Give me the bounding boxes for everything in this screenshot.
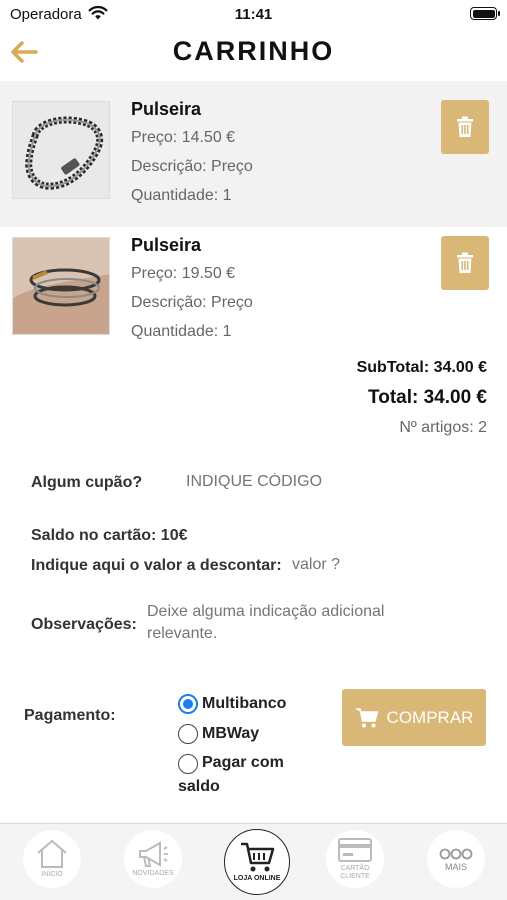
item-name: Pulseira: [131, 99, 202, 119]
cart-icon: [355, 707, 378, 727]
item-quantity: Quantidade: 1: [131, 187, 232, 204]
tab-bar: INÍCIO NOVIDADES LOJA ONLINE CARTÃO CLIE…: [0, 823, 507, 900]
trash-icon: [457, 116, 473, 137]
tab-news[interactable]: NOVIDADES: [124, 830, 182, 888]
discount-input[interactable]: [292, 554, 412, 576]
payment-option-label: MBWay: [202, 725, 260, 742]
item-quantity: Quantidade: 1: [131, 323, 232, 340]
page-title: CARRINHO: [172, 36, 335, 66]
payment-option-multibanco[interactable]: Multibanco: [178, 694, 286, 714]
product-image: [12, 101, 110, 199]
item-count: Nº artigos: 2: [399, 419, 487, 436]
delete-item-button[interactable]: [441, 100, 489, 154]
megaphone-icon: [139, 841, 168, 867]
item-name: Pulseira: [131, 235, 202, 255]
radio-selected-icon[interactable]: [178, 694, 198, 714]
trash-icon: [457, 252, 473, 273]
more-icon: [439, 848, 473, 860]
cart-icon: [241, 842, 275, 872]
status-bar: Operadora 11:41: [0, 0, 507, 28]
buy-button[interactable]: COMPRAR: [342, 689, 486, 746]
battery-icon: [470, 7, 500, 20]
notes-label: Observações:: [31, 616, 137, 633]
tab-online-store[interactable]: LOJA ONLINE: [224, 829, 290, 895]
notes-input[interactable]: [147, 601, 427, 649]
tab-home[interactable]: INÍCIO: [23, 830, 81, 888]
tab-label: INÍCIO: [41, 871, 63, 878]
card-icon: [338, 838, 372, 862]
clock: 11:41: [234, 6, 273, 23]
buy-button-label: COMPRAR: [386, 707, 474, 727]
coupon-label: Algum cupão?: [31, 474, 143, 491]
tab-label: NOVIDADES: [132, 870, 174, 877]
home-icon: [37, 839, 67, 868]
radio-icon[interactable]: [178, 724, 198, 744]
tab-label: LOJA ONLINE: [233, 875, 281, 882]
tab-label: MAIS: [444, 862, 467, 872]
item-description: Descrição: Preço: [131, 158, 253, 175]
total: Total: 34.00 €: [368, 387, 487, 408]
tab-more[interactable]: MAIS: [427, 830, 485, 888]
balance-label: Saldo no cartão: 10€: [31, 527, 188, 544]
tab-client-card[interactable]: CARTÃO CLIENTE: [326, 830, 384, 888]
payment-option-label: Pagar com saldo: [178, 754, 284, 795]
header: CARRINHO: [0, 28, 507, 80]
delete-item-button[interactable]: [441, 236, 489, 290]
tab-label: CARTÃO CLIENTE: [340, 865, 370, 880]
item-description: Descrição: Preço: [131, 294, 253, 311]
payment-label: Pagamento:: [24, 707, 116, 724]
cart-item: Pulseira Preço: 14.50 € Descrição: Preço…: [0, 81, 507, 227]
payment-option-label: Multibanco: [202, 695, 287, 712]
item-price: Preço: 19.50 €: [131, 265, 236, 282]
coupon-input[interactable]: [186, 471, 386, 493]
item-price: Preço: 14.50 €: [131, 129, 236, 146]
subtotal: SubTotal: 34.00 €: [356, 359, 487, 376]
discount-label: Indique aqui o valor a descontar:: [31, 557, 282, 574]
cart-item: Pulseira Preço: 19.50 € Descrição: Preço…: [0, 217, 507, 363]
product-image: [12, 237, 110, 335]
payment-option-balance[interactable]: Pagar com saldo: [178, 753, 288, 799]
payment-option-mbway[interactable]: MBWay: [178, 724, 259, 744]
